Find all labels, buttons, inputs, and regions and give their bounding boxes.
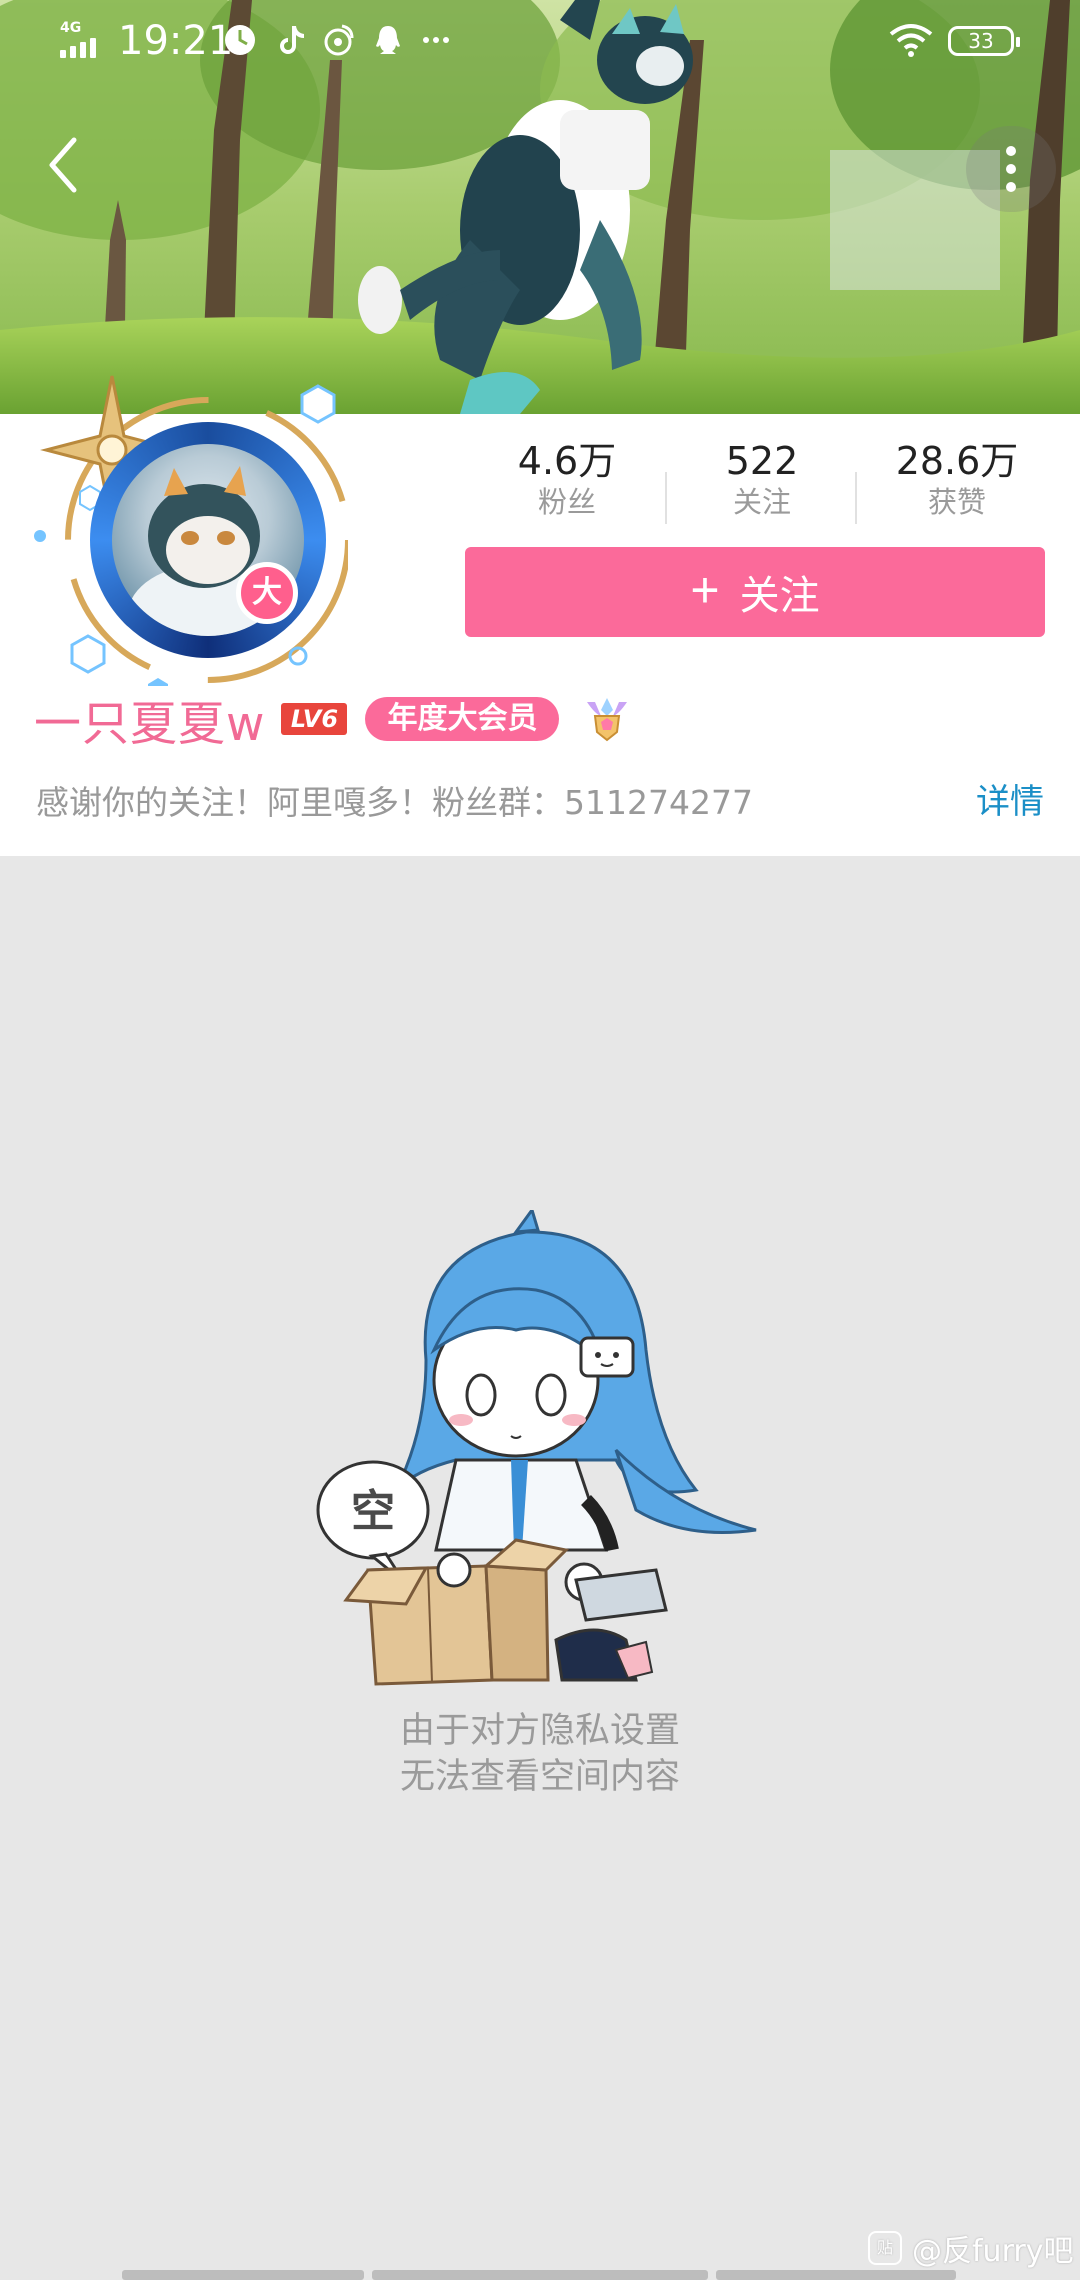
empty-message-line-1: 由于对方隐私设置: [399, 1711, 680, 1751]
avatar-frame[interactable]: 大: [28, 366, 348, 686]
username: 一只夏夏w: [34, 696, 266, 752]
network-type: 4G: [60, 20, 82, 36]
battery-icon: 33: [948, 26, 1020, 56]
plus-icon: +: [690, 562, 720, 618]
user-signature: 感谢你的关注！阿里嘎多！粉丝群：511274277: [36, 783, 753, 822]
vip-badge[interactable]: 年度大会员: [365, 697, 560, 741]
stat-likes-label: 获赞: [927, 485, 986, 519]
profile-card: 大 4.6万 粉丝 522 关注 28.6万 获赞 + 关注 一只夏夏w LV6…: [0, 375, 1080, 856]
chevron-left-icon: [49, 137, 77, 193]
status-time: 19:21: [118, 18, 234, 64]
watermark: 贴 @反furry吧: [868, 2226, 1073, 2270]
stat-fans[interactable]: 4.6万 粉丝: [472, 438, 662, 528]
medal-icon[interactable]: [581, 694, 633, 744]
stat-likes-value: 28.6万: [895, 439, 1019, 483]
stat-following-value: 522: [725, 439, 799, 483]
stat-likes[interactable]: 28.6万 获赞: [862, 438, 1052, 528]
bottom-tab-bar-edge: [0, 2270, 1080, 2280]
clock-app-icon: [225, 25, 255, 55]
empty-message-line-2: 无法查看空间内容: [399, 1757, 680, 1797]
tiktok-icon: [280, 26, 304, 54]
signal-icon: [60, 38, 96, 58]
weibo-icon: [324, 24, 354, 56]
privacy-empty-message: 由于对方隐私设置 无法查看空间内容: [0, 1708, 1080, 1800]
stat-following-label: 关注: [732, 485, 791, 519]
wifi-icon: [889, 24, 933, 57]
vertical-dots-icon: [1006, 146, 1016, 156]
stat-fans-value: 4.6万: [517, 439, 617, 483]
more-dots-icon: [423, 37, 449, 43]
status-bar: 4G 19:21 33: [0, 0, 1080, 86]
tieba-logo-icon: 贴: [868, 2231, 902, 2265]
stats-row: 4.6万 粉丝 522 关注 28.6万 获赞: [472, 438, 1052, 528]
profile-banner: 4G 19:21 33: [0, 0, 1080, 414]
watermark-text: @反furry吧: [912, 2234, 1074, 2269]
back-button[interactable]: [40, 130, 90, 200]
level-badge: LV6: [281, 703, 348, 735]
more-options-button[interactable]: [966, 126, 1056, 212]
stat-fans-label: 粉丝: [537, 485, 596, 519]
qq-icon: [376, 26, 400, 54]
official-badge: 大: [236, 562, 298, 624]
detail-link[interactable]: 详情: [976, 774, 1044, 823]
username-line: 一只夏夏w LV6 年度大会员: [34, 684, 633, 754]
empty-bubble-text: 空: [351, 1486, 395, 1537]
follow-button-label: 关注: [739, 574, 820, 618]
stat-following[interactable]: 522 关注: [667, 438, 857, 528]
stats-divider: [855, 472, 857, 524]
stats-divider: [665, 472, 667, 524]
follow-button[interactable]: + 关注: [465, 547, 1045, 637]
empty-space-illustration: 空: [316, 1210, 757, 1686]
